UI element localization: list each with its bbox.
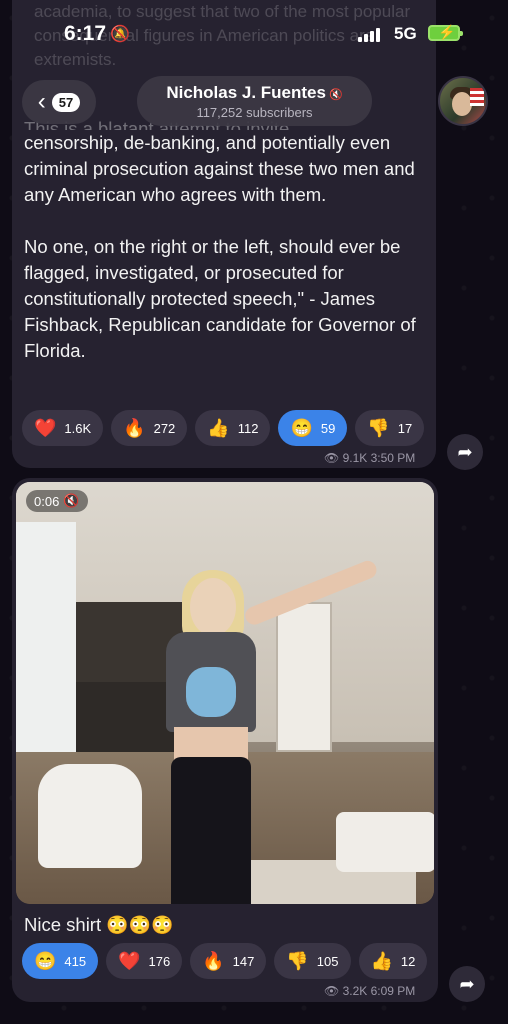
share-arrow-icon: ➦ [459,973,475,994]
channel-avatar[interactable] [438,76,488,126]
grin-icon: 😁 [34,951,57,971]
heart-icon: ❤️ [118,951,141,971]
thumbs-down-icon: 👎 [286,951,309,971]
view-count: 9.1K [342,451,368,465]
chevron-left-icon: ‹ [37,88,46,115]
reaction-count: 147 [232,953,255,969]
reaction-count: 1.6K [64,420,92,436]
message-1-paragraph-1: censorship, de-banking, and potentially … [24,132,415,205]
thumbs-up-icon: 👍 [207,418,230,438]
message-2-caption: Nice shirt 😳😳😳 [24,914,174,936]
reaction-thumbs-up[interactable]: 👍 12 [358,943,428,979]
message-1-meta: 👁 9.1K 3:50 PM [324,451,415,465]
reaction-heart[interactable]: ❤️ 1.6K [22,410,104,446]
grin-icon: 😁 [290,418,313,438]
message-time: 3:50 PM [370,451,416,465]
muted-icon: 🔇 [328,89,343,101]
video-duration: 0:06 [34,493,60,509]
reaction-thumbs-down[interactable]: 👎 17 [355,410,425,446]
message-1-paragraph-2: No one, on the right or the left, should… [24,236,416,361]
video-player[interactable]: 0:06 🔇 [16,482,434,904]
reaction-heart[interactable]: ❤️ 176 [106,943,183,979]
eye-icon: 👁 [324,451,340,465]
share-button[interactable]: ➦ [447,434,483,470]
network-type: 5G [394,24,417,43]
status-time: 6:17 [64,22,107,45]
reaction-thumbs-down[interactable]: 👎 105 [274,943,351,979]
thumbs-up-icon: 👍 [370,951,393,971]
unread-count-badge: 57 [51,92,81,112]
bell-off-icon: 🔕 [110,26,130,43]
reaction-fire[interactable]: 🔥 272 [111,410,188,446]
reaction-grin[interactable]: 😁 415 [22,943,99,979]
view-count: 3.2K [342,984,368,998]
status-bar: 6:17 🔕 5G ⚡ [0,0,508,62]
channel-name: Nicholas J. Fuentes [166,83,326,102]
thumbs-down-icon: 👎 [367,418,390,438]
reaction-count: 105 [316,953,339,969]
battery-icon: ⚡ [428,24,463,41]
subscriber-count: 117,252 subscribers [196,105,313,120]
reaction-thumbs-up[interactable]: 👍 112 [195,410,271,446]
back-button[interactable]: ‹ 57 [22,80,96,124]
fire-icon: 🔥 [202,951,225,971]
video-duration-badge[interactable]: 0:06 🔇 [26,490,88,512]
message-2-meta: 👁 3.2K 6:09 PM [324,984,415,998]
share-button[interactable]: ➦ [449,966,485,1002]
message-bubble-2[interactable]: 0:06 🔇 Nice shirt 😳😳😳 [12,478,438,1002]
message-1-reactions: ❤️ 1.6K 🔥 272 👍 112 😁 59 👎 17 [22,410,425,446]
eye-icon: 👁 [324,984,340,998]
channel-title[interactable]: Nicholas J. Fuentes 🔇 117,252 subscribers [137,76,372,126]
reaction-count: 12 [400,953,416,969]
reaction-count: 59 [320,420,336,436]
reaction-count: 272 [153,420,176,436]
reaction-count: 17 [397,420,413,436]
sound-off-icon: 🔇 [63,493,80,508]
message-1-text: This is a blatant attempt to invite cens… [24,116,424,390]
flushed-face-icon: 😳😳😳 [106,915,174,935]
message-time: 6:09 PM [370,984,416,998]
fire-icon: 🔥 [123,418,146,438]
reaction-count: 176 [148,953,171,969]
reaction-count: 112 [237,420,259,436]
share-arrow-icon: ➦ [457,441,473,462]
message-2-reactions: 😁 415 ❤️ 176 🔥 147 👎 105 👍 12 [22,943,428,979]
heart-icon: ❤️ [34,418,57,438]
reaction-count: 415 [64,953,87,969]
caption-text: Nice shirt [24,914,102,935]
reaction-grin[interactable]: 😁 59 [278,410,348,446]
signal-icon [358,28,380,42]
reaction-fire[interactable]: 🔥 147 [190,943,267,979]
